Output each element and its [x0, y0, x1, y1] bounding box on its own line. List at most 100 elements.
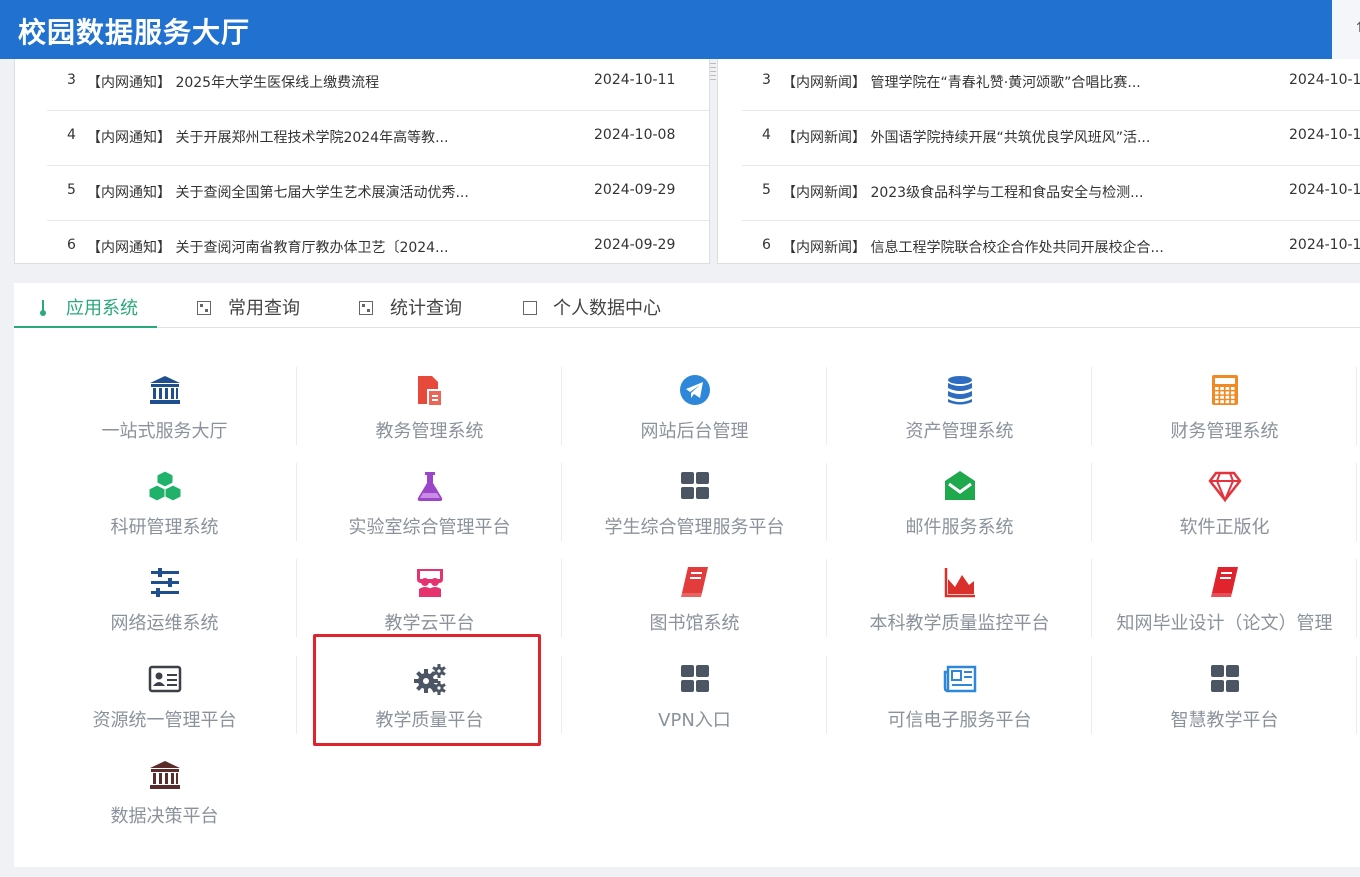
app-tabs: 应用系统 常用查询 统计查询 个人数据中心: [14, 283, 1360, 328]
news-title-link[interactable]: 【内网通知】 关于开展郑州工程技术学院2024年高等教...: [87, 127, 448, 147]
news-number: 4: [67, 127, 76, 143]
app-tile[interactable]: 一站式服务大厅: [32, 373, 297, 451]
news-number: 6: [67, 237, 76, 253]
app-label: 数据决策平台: [110, 806, 219, 827]
app-tile[interactable]: 网站后台管理: [562, 373, 827, 451]
app-label: 学生综合管理服务平台: [604, 517, 785, 538]
flask-icon: [413, 469, 447, 503]
header-right-area[interactable]: ↑: [1332, 0, 1360, 59]
news-date: 2024-09-29: [594, 182, 676, 198]
query-icon: [197, 299, 211, 320]
app-tile[interactable]: 软件正版化: [1092, 469, 1357, 547]
news-title-link[interactable]: 【内网新闻】 信息工程学院联合校企合作处共同开展校企合...: [782, 237, 1164, 257]
app-tile[interactable]: 学生综合管理服务平台: [562, 469, 827, 547]
app-label: 资产管理系统: [905, 421, 1014, 442]
grid-icon: [678, 469, 712, 503]
app-label: 一站式服务大厅: [101, 421, 228, 442]
news-row[interactable]: 3 【内网通知】 2025年大学生医保线上缴费流程 2024-10-11: [47, 59, 709, 111]
app-label: VPN入口: [658, 710, 731, 731]
news-date: 2024-10-11: [594, 72, 676, 88]
cubes-icon: [148, 469, 182, 503]
column-divider: [1091, 463, 1092, 541]
app-label: 图书馆系统: [649, 613, 740, 634]
app-label: 可信电子服务平台: [887, 710, 1032, 731]
bank-icon: [148, 373, 182, 407]
users-icon: [413, 565, 447, 599]
app-tile[interactable]: 网络运维系统: [32, 565, 297, 643]
tab-label: 常用查询: [228, 298, 300, 319]
internal-news-panel: 3 【内网新闻】 管理学院在“青春礼赞·黄河颂歌”合唱比赛... 2024-10-1…: [717, 59, 1360, 264]
diamond-icon: [1208, 469, 1242, 503]
app-tile[interactable]: 教务管理系统: [297, 373, 562, 451]
news-row[interactable]: 6 【内网新闻】 信息工程学院联合校企合作处共同开展校企合... 2024-10-1…: [742, 221, 1360, 263]
news-row[interactable]: 5 【内网通知】 关于查阅全国第七届大学生艺术展演活动优秀... 2024-09-2…: [47, 166, 709, 221]
news-row[interactable]: 4 【内网新闻】 外国语学院持续开展“共筑优良学风班风”活... 2024-10-1…: [742, 111, 1360, 166]
scroll-top-icon[interactable]: ↑: [1354, 20, 1360, 36]
column-divider: [1356, 367, 1357, 445]
app-label: 软件正版化: [1179, 517, 1270, 538]
app-tile[interactable]: 智慧教学平台: [1092, 662, 1357, 740]
tab-0[interactable]: 应用系统: [14, 283, 157, 328]
newspaper-icon: [943, 662, 977, 696]
news-date: 2024-10-19: [1289, 72, 1360, 88]
document-icon: [413, 373, 447, 407]
news-row[interactable]: 5 【内网新闻】 2023级食品科学与工程和食品安全与检测... 2024-10-1…: [742, 166, 1360, 221]
column-divider: [1091, 367, 1092, 445]
column-divider: [826, 656, 827, 734]
tab-1[interactable]: 常用查询: [197, 283, 317, 328]
resize-handle[interactable]: [709, 60, 717, 84]
app-tile[interactable]: 财务管理系统: [1092, 373, 1357, 451]
app-tile[interactable]: 教学云平台: [297, 565, 562, 643]
column-divider: [826, 559, 827, 637]
news-row[interactable]: 6 【内网通知】 关于查阅河南省教育厅教办体卫艺〔2024... 2024-09-2…: [47, 221, 709, 263]
news-title-link[interactable]: 【内网新闻】 外国语学院持续开展“共筑优良学风班风”活...: [782, 127, 1150, 147]
column-divider: [1356, 656, 1357, 734]
app-tile[interactable]: 科研管理系统: [32, 469, 297, 547]
app-tile[interactable]: 实验室综合管理平台: [297, 469, 562, 547]
column-divider: [1091, 656, 1092, 734]
news-title-link[interactable]: 【内网新闻】 2023级食品科学与工程和食品安全与检测...: [782, 182, 1143, 202]
column-divider: [561, 367, 562, 445]
column-divider: [1356, 463, 1357, 541]
grid-icon: [678, 662, 712, 696]
app-label: 资源统一管理平台: [92, 710, 237, 731]
news-row[interactable]: 4 【内网通知】 关于开展郑州工程技术学院2024年高等教... 2024-10-0…: [47, 111, 709, 166]
column-divider: [296, 463, 297, 541]
news-row[interactable]: 3 【内网新闻】 管理学院在“青春礼赞·黄河颂歌”合唱比赛... 2024-10-1…: [742, 59, 1360, 111]
app-label: 财务管理系统: [1170, 421, 1279, 442]
bank-icon: [148, 758, 182, 792]
news-title-link[interactable]: 【内网通知】 2025年大学生医保线上缴费流程: [87, 72, 379, 92]
app-tile[interactable]: 本科教学质量监控平台: [827, 565, 1092, 643]
app-tile[interactable]: 知网毕业设计（论文）管理: [1092, 565, 1357, 643]
app-tile[interactable]: VPN入口: [562, 662, 827, 740]
column-divider: [561, 559, 562, 637]
tab-label: 应用系统: [66, 298, 138, 319]
app-label: 知网毕业设计（论文）管理: [1116, 613, 1333, 634]
database-icon: [943, 373, 977, 407]
news-date: 2024-09-29: [594, 237, 676, 253]
sliders-icon: [148, 565, 182, 599]
news-date: 2024-10-19: [1289, 237, 1360, 253]
column-divider: [826, 367, 827, 445]
news-title-link[interactable]: 【内网新闻】 管理学院在“青春礼赞·黄河颂歌”合唱比赛...: [782, 72, 1141, 92]
id-card-icon: [148, 662, 182, 696]
news-title-link[interactable]: 【内网通知】 关于查阅全国第七届大学生艺术展演活动优秀...: [87, 182, 469, 202]
news-date: 2024-10-19: [1289, 127, 1360, 143]
app-label: 邮件服务系统: [905, 517, 1014, 538]
stats-icon: [359, 299, 373, 320]
app-tile[interactable]: 邮件服务系统: [827, 469, 1092, 547]
tab-2[interactable]: 统计查询: [359, 283, 479, 328]
app-tile[interactable]: 可信电子服务平台: [827, 662, 1092, 740]
column-divider: [296, 367, 297, 445]
news-title-link[interactable]: 【内网通知】 关于查阅河南省教育厅教办体卫艺〔2024...: [87, 237, 448, 257]
app-label: 教务管理系统: [375, 421, 484, 442]
app-label: 教学云平台: [384, 613, 475, 634]
news-date: 2024-10-19: [1289, 182, 1360, 198]
news-number: 5: [67, 182, 76, 198]
tab-3[interactable]: 个人数据中心: [523, 283, 673, 328]
app-tile[interactable]: 资产管理系统: [827, 373, 1092, 451]
app-tile[interactable]: 数据决策平台: [32, 758, 297, 836]
app-tile[interactable]: 资源统一管理平台: [32, 662, 297, 740]
app-tile[interactable]: 图书馆系统: [562, 565, 827, 643]
calculator-icon: [1208, 373, 1242, 407]
